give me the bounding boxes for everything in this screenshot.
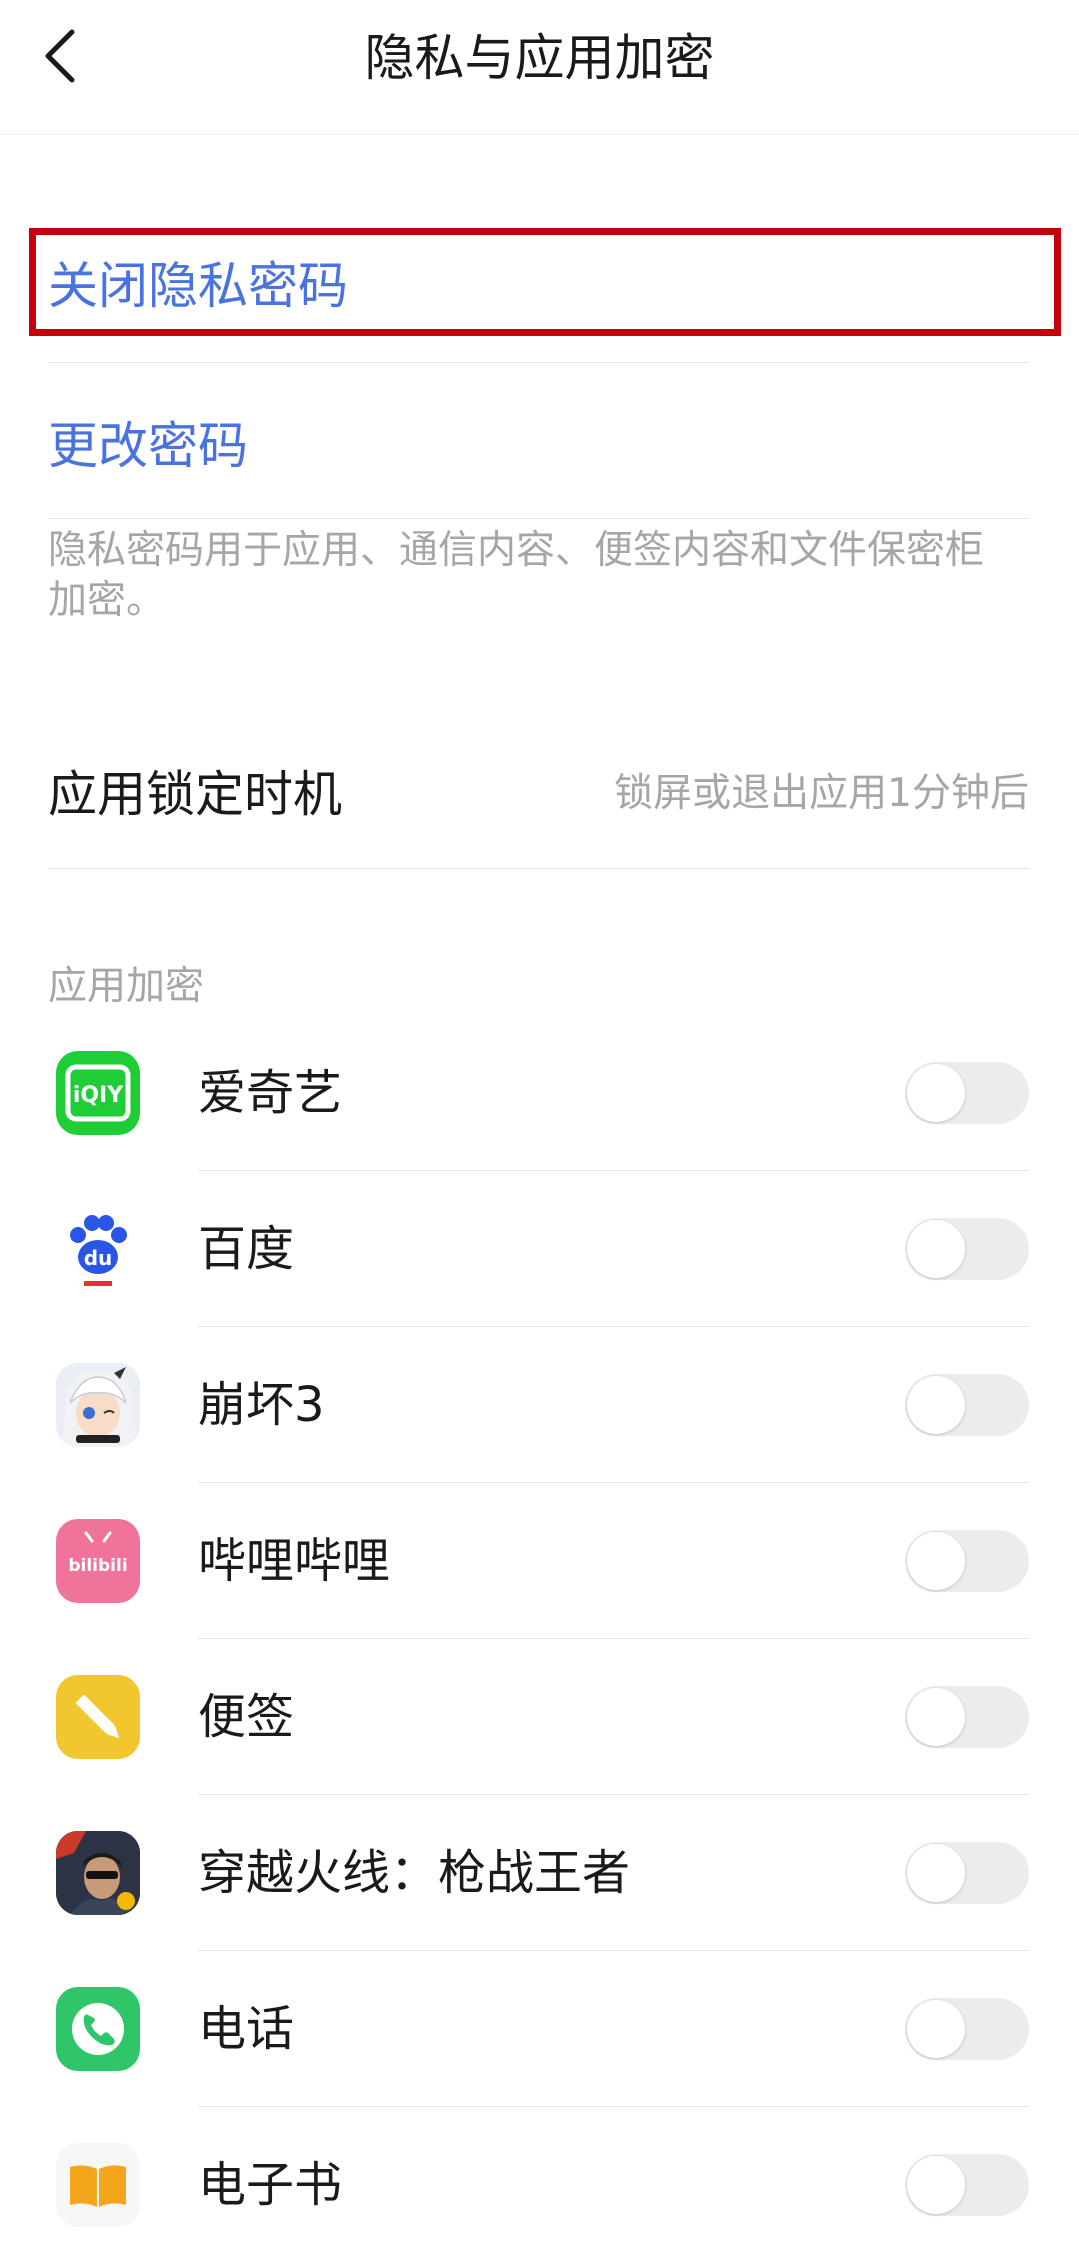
app-lock-toggle[interactable] bbox=[905, 1374, 1029, 1436]
list-item: 便签 bbox=[0, 1639, 1079, 1795]
baidu-icon-text: du bbox=[84, 1246, 113, 1270]
divider bbox=[48, 362, 1029, 363]
iqiyi-icon: iQIY bbox=[56, 1051, 140, 1135]
lock-timing-row[interactable]: 应用锁定时机 锁屏或退出应用1分钟后 bbox=[48, 740, 1029, 840]
app-lock-toggle[interactable] bbox=[905, 1998, 1029, 2060]
app-lock-toggle[interactable] bbox=[905, 1530, 1029, 1592]
baidu-icon: du bbox=[56, 1207, 140, 1291]
app-lock-toggle[interactable] bbox=[905, 1686, 1029, 1748]
toggle-knob bbox=[907, 1220, 965, 1278]
divider bbox=[48, 868, 1029, 869]
close-privacy-password-row[interactable]: 关闭隐私密码 bbox=[48, 236, 1029, 328]
app-name: 电话 bbox=[198, 2001, 295, 2057]
toggle-knob bbox=[907, 1688, 965, 1746]
header-bar: 隐私与应用加密 bbox=[0, 0, 1079, 135]
toggle-knob bbox=[907, 2000, 965, 2058]
app-name: 崩坏3 bbox=[198, 1377, 325, 1433]
list-item: 电话 bbox=[0, 1951, 1079, 2107]
app-name: 哔哩哔哩 bbox=[198, 1533, 391, 1589]
app-name: 电子书 bbox=[198, 2157, 343, 2213]
list-item: 崩坏3 bbox=[0, 1327, 1079, 1483]
app-name: 便签 bbox=[198, 1689, 295, 1745]
change-password-row[interactable]: 更改密码 bbox=[48, 396, 1029, 488]
list-item: 电子书 bbox=[0, 2107, 1079, 2263]
ebook-icon bbox=[56, 2143, 140, 2227]
iqiyi-icon-text: iQIY bbox=[73, 1083, 124, 1108]
bilibili-icon-text: bilibili bbox=[68, 1556, 127, 1576]
list-item: iQIY 爱奇艺 bbox=[0, 1015, 1079, 1171]
page-title: 隐私与应用加密 bbox=[364, 29, 715, 87]
app-name: 爱奇艺 bbox=[198, 1065, 343, 1121]
toggle-knob bbox=[907, 1532, 965, 1590]
toggle-knob bbox=[907, 1064, 965, 1122]
lock-timing-value: 锁屏或退出应用1分钟后 bbox=[614, 771, 1029, 816]
crossfire-icon bbox=[56, 1831, 140, 1915]
app-lock-toggle[interactable] bbox=[905, 1218, 1029, 1280]
toggle-knob bbox=[907, 2156, 965, 2214]
app-lock-toggle[interactable] bbox=[905, 1842, 1029, 1904]
bilibili-icon: bilibili bbox=[56, 1519, 140, 1603]
list-item: du 百度 bbox=[0, 1171, 1079, 1327]
divider bbox=[48, 518, 1029, 519]
honkai3-icon bbox=[56, 1363, 140, 1447]
app-encryption-section-title: 应用加密 bbox=[48, 964, 205, 1009]
lock-timing-label: 应用锁定时机 bbox=[48, 765, 343, 823]
toggle-knob bbox=[907, 1376, 965, 1434]
app-name: 百度 bbox=[198, 1221, 295, 1277]
toggle-knob bbox=[907, 1844, 965, 1902]
phone-icon bbox=[56, 1987, 140, 2071]
list-item: 穿越火线：枪战王者 bbox=[0, 1795, 1079, 1951]
list-item: bilibili 哔哩哔哩 bbox=[0, 1483, 1079, 1639]
change-password-button[interactable]: 更改密码 bbox=[48, 406, 248, 478]
app-lock-toggle[interactable] bbox=[905, 2154, 1029, 2216]
app-lock-toggle[interactable] bbox=[905, 1062, 1029, 1124]
app-name: 穿越火线：枪战王者 bbox=[198, 1845, 631, 1901]
privacy-description: 隐私密码用于应用、通信内容、便签内容和文件保密柜加密。 bbox=[48, 528, 985, 623]
close-privacy-password-button[interactable]: 关闭隐私密码 bbox=[48, 246, 348, 318]
notes-icon bbox=[56, 1675, 140, 1759]
